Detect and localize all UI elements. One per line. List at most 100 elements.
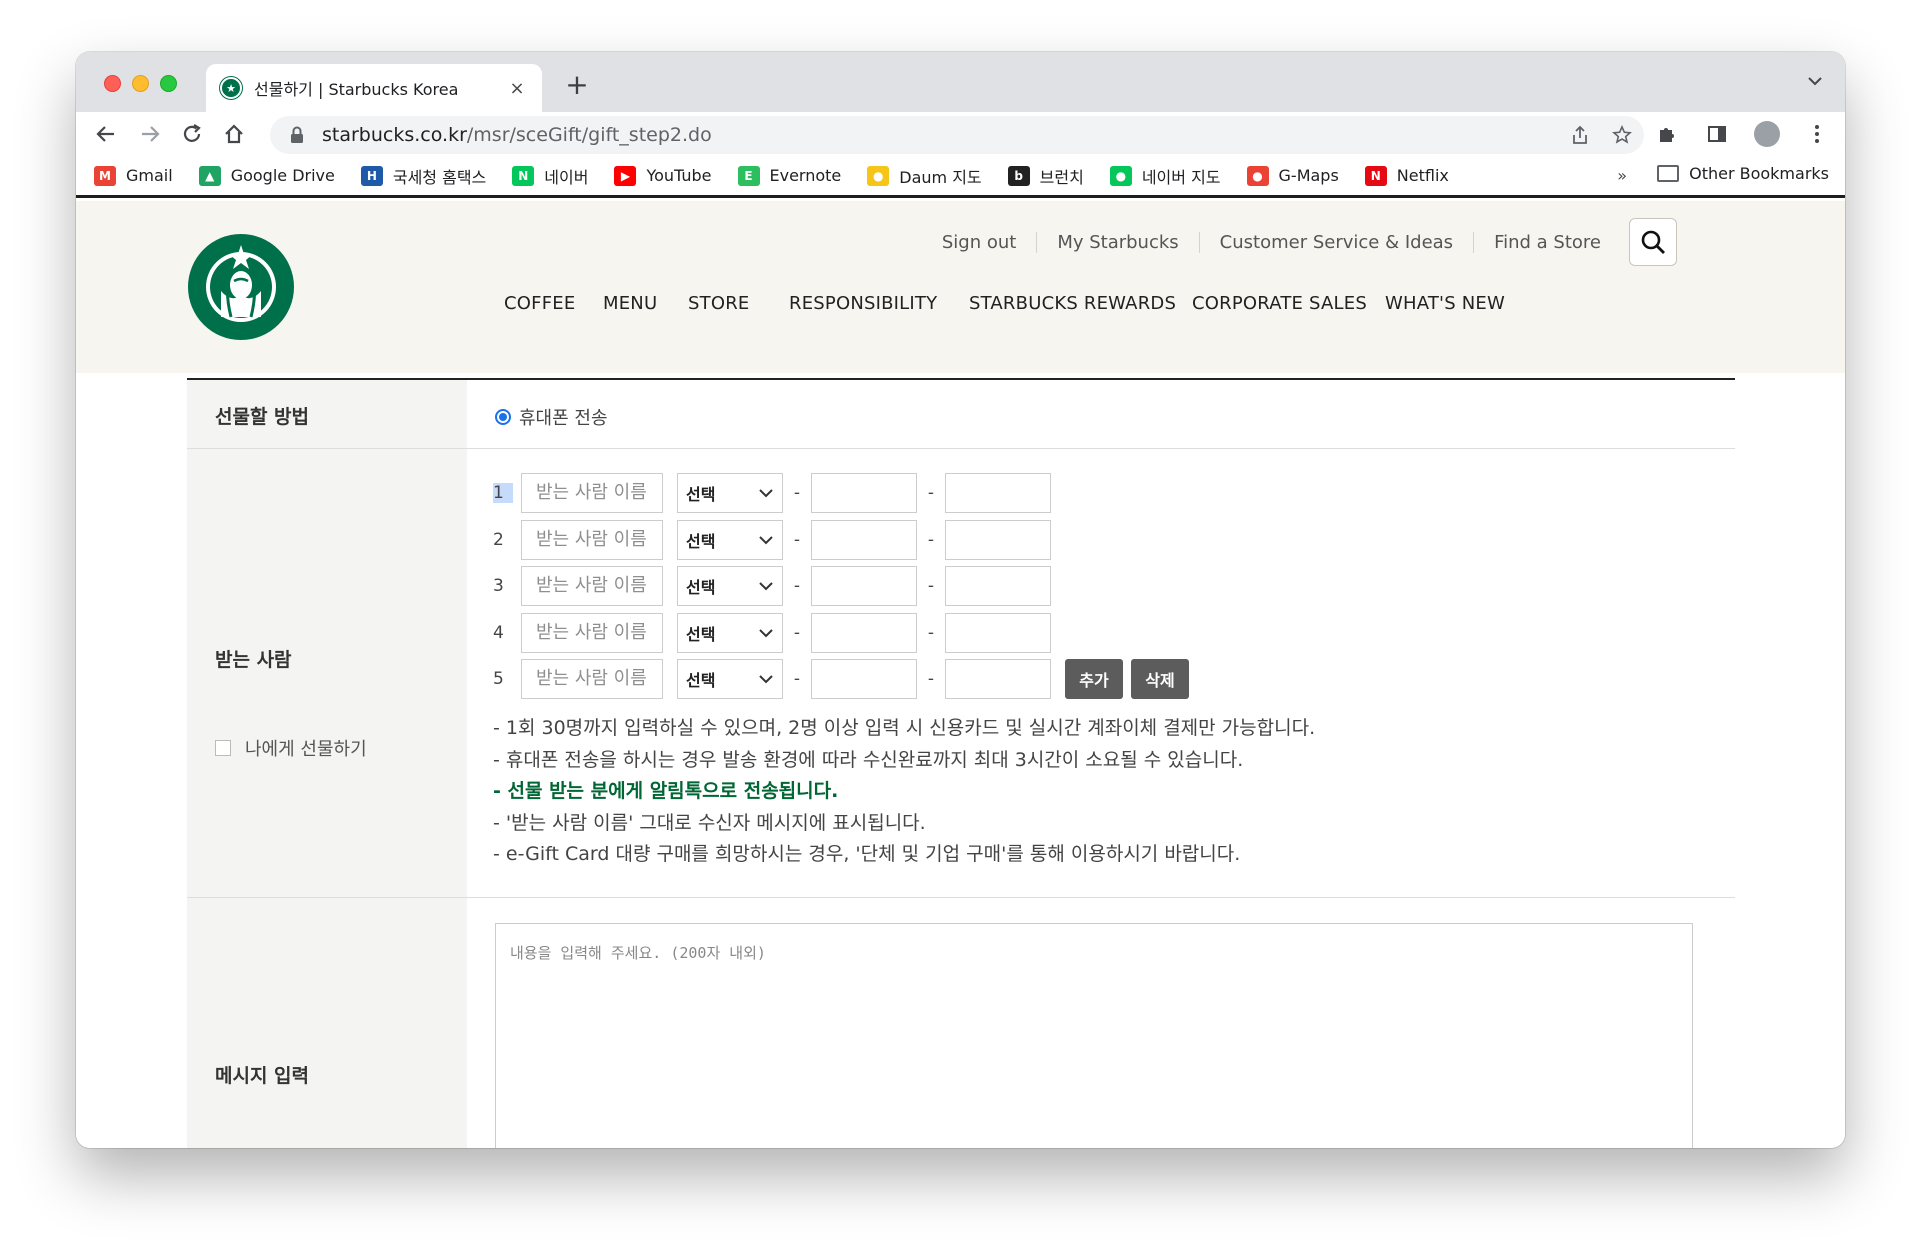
forward-arrow-icon[interactable] xyxy=(134,118,166,150)
phone-middle-input[interactable] xyxy=(811,473,917,513)
phone-middle-input[interactable] xyxy=(811,612,917,653)
lock-icon[interactable] xyxy=(286,124,308,146)
netflix-icon: N xyxy=(1364,165,1387,186)
bookmark-youtube[interactable]: ▶ YouTube xyxy=(614,165,712,186)
bookmark-brunch[interactable]: b 브런치 xyxy=(1007,164,1084,188)
bookmark-evernote[interactable]: E Evernote xyxy=(737,165,842,186)
minimize-window-button[interactable] xyxy=(132,75,149,92)
tab-close-icon[interactable]: × xyxy=(506,78,528,99)
starbucks-logo[interactable] xyxy=(187,233,295,341)
phone-prefix-select[interactable]: 선택 xyxy=(677,566,783,606)
back-arrow-icon[interactable] xyxy=(90,118,122,150)
bookmark-google-maps[interactable]: ● G-Maps xyxy=(1246,165,1339,186)
bookmark-naver[interactable]: N 네이버 xyxy=(512,164,588,188)
phone-middle-input[interactable] xyxy=(811,659,917,699)
phone-last-input[interactable] xyxy=(945,473,1051,513)
bookmark-star-icon[interactable] xyxy=(1610,123,1634,147)
gnb-starbucks-rewards[interactable]: STARBUCKS REWARDS xyxy=(969,293,1176,314)
chevron-down-icon xyxy=(759,628,773,637)
bookmark-label: 국세청 홈택스 xyxy=(392,167,487,187)
recipient-name-input[interactable]: 받는 사람 이름 xyxy=(521,659,663,699)
phone-prefix-select[interactable]: 선택 xyxy=(677,473,783,513)
recipient-number: 2 xyxy=(493,529,504,550)
checkbox-icon[interactable] xyxy=(215,740,231,756)
profile-avatar[interactable] xyxy=(1753,120,1781,148)
reload-icon[interactable] xyxy=(176,118,208,150)
phone-prefix-value: 선택 xyxy=(686,578,716,597)
self-gift-checkbox[interactable]: 나에게 선물하기 xyxy=(215,735,367,761)
tab-search-chevron-icon[interactable] xyxy=(1807,70,1823,91)
recipient-name-input[interactable]: 받는 사람 이름 xyxy=(521,473,663,513)
bookmark-label: Gmail xyxy=(126,166,173,185)
bookmark-label: Evernote xyxy=(769,166,842,185)
maximize-window-button[interactable] xyxy=(160,75,177,92)
site-search-button[interactable] xyxy=(1629,218,1677,266)
mobile-send-label: 휴대폰 전송 xyxy=(519,408,608,429)
recipient-label-cell: 받는 사람 나에게 선물하기 xyxy=(187,449,467,897)
recipient-name-input[interactable]: 받는 사람 이름 xyxy=(521,519,663,560)
bookmark-daum-map[interactable]: ● Daum 지도 xyxy=(867,164,982,188)
util-link-find-a-store[interactable]: Find a Store xyxy=(1474,232,1621,253)
phone-dash: - xyxy=(927,483,935,503)
home-icon[interactable] xyxy=(218,118,250,150)
phone-middle-input[interactable] xyxy=(811,519,917,560)
kebab-menu-icon[interactable] xyxy=(1803,120,1831,148)
util-link-my-starbucks[interactable]: My Starbucks xyxy=(1037,231,1200,253)
phone-last-input[interactable] xyxy=(945,566,1051,606)
phone-last-input[interactable] xyxy=(945,659,1051,699)
phone-last-input[interactable] xyxy=(945,519,1051,560)
gnb-store[interactable]: STORE xyxy=(688,293,749,314)
url-text[interactable]: starbucks.co.kr/msr/sceGift/gift_step2.d… xyxy=(322,124,712,146)
recipient-line: 4 받는 사람 이름 선택 - - xyxy=(493,612,1051,653)
gnb-corporate-sales[interactable]: CORPORATE SALES xyxy=(1192,293,1367,314)
bookmark-google-drive[interactable]: ▲ Google Drive xyxy=(198,165,335,186)
close-window-button[interactable] xyxy=(104,75,121,92)
mobile-send-radio[interactable]: 휴대폰 전송 xyxy=(495,404,608,430)
radio-selected-icon[interactable] xyxy=(495,409,511,425)
daum-map-icon: ● xyxy=(867,165,890,186)
phone-middle-input[interactable] xyxy=(811,566,917,606)
util-link-sign-out[interactable]: Sign out xyxy=(922,231,1038,253)
more-bookmarks-chevron-icon[interactable]: » xyxy=(1617,166,1627,185)
delete-recipient-button[interactable]: 삭제 xyxy=(1131,659,1189,699)
message-label: 메시지 입력 xyxy=(215,1065,310,1087)
naver-icon: N xyxy=(512,165,535,186)
notice-line: - '받는 사람 이름' 그대로 수신자 메시지에 표시됩니다. xyxy=(493,811,926,834)
gnb-what-s-new[interactable]: WHAT'S NEW xyxy=(1385,293,1505,314)
gnb-coffee[interactable]: COFFEE xyxy=(504,293,575,314)
gnb-responsibility[interactable]: RESPONSIBILITY xyxy=(789,293,937,314)
side-panel-icon[interactable] xyxy=(1703,120,1731,148)
tab-title: 선물하기 | Starbucks Korea xyxy=(254,80,459,99)
address-bar[interactable]: starbucks.co.kr/msr/sceGift/gift_step2.d… xyxy=(270,116,1644,154)
phone-prefix-value: 선택 xyxy=(686,624,716,644)
recipient-name-input[interactable]: 받는 사람 이름 xyxy=(521,566,663,606)
phone-last-input[interactable] xyxy=(945,612,1051,653)
gnb-menu[interactable]: MENU xyxy=(603,293,657,314)
message-textarea[interactable]: 내용을 입력해 주세요. (200자 내외) xyxy=(495,923,1693,1148)
phone-prefix-select[interactable]: 선택 xyxy=(677,612,783,653)
recipient-notes: - 1회 30명까지 입력하실 수 있으며, 2명 이상 입력 시 신용카드 및… xyxy=(493,713,1315,871)
util-link-customer-service-ideas[interactable]: Customer Service & Ideas xyxy=(1200,231,1475,253)
add-recipient-button[interactable]: 추가 xyxy=(1065,659,1123,699)
phone-prefix-select[interactable]: 선택 xyxy=(677,659,783,699)
phone-prefix-select[interactable]: 선택 xyxy=(677,519,783,560)
bookmark-label: YouTube xyxy=(646,166,712,185)
notice-line: - e-Gift Card 대량 구매를 희망하시는 경우, '단체 및 기업 … xyxy=(493,843,1241,865)
bookmark-gmail[interactable]: M Gmail xyxy=(94,165,173,186)
phone-prefix-value: 선택 xyxy=(686,531,716,551)
bookmark-hometax[interactable]: H 국세청 홈택스 xyxy=(360,164,487,188)
active-tab[interactable]: ★ 선물하기 | Starbucks Korea × xyxy=(206,64,542,112)
extensions-puzzle-icon[interactable] xyxy=(1653,120,1681,148)
other-bookmarks-folder[interactable]: Other Bookmarks xyxy=(1657,164,1829,183)
utility-nav: Sign out My Starbucks Customer Service & I… xyxy=(922,218,1677,266)
notice-line: - 휴대폰 전송을 하시는 경우 발송 환경에 따라 수신완료까지 최대 3시간… xyxy=(493,748,1244,771)
recipient-number: 1 xyxy=(493,483,513,503)
share-icon[interactable] xyxy=(1568,123,1592,147)
self-gift-label: 나에게 선물하기 xyxy=(245,739,367,760)
recipient-line: 5 받는 사람 이름 선택 - - 추가 삭제 xyxy=(493,659,1189,699)
new-tab-button[interactable]: + xyxy=(562,68,592,101)
bookmark-netflix[interactable]: N Netflix xyxy=(1364,165,1449,186)
recipient-name-input[interactable]: 받는 사람 이름 xyxy=(521,612,663,653)
other-bookmarks-label: Other Bookmarks xyxy=(1689,164,1829,183)
bookmark-naver-map[interactable]: ● 네이버 지도 xyxy=(1109,164,1221,188)
